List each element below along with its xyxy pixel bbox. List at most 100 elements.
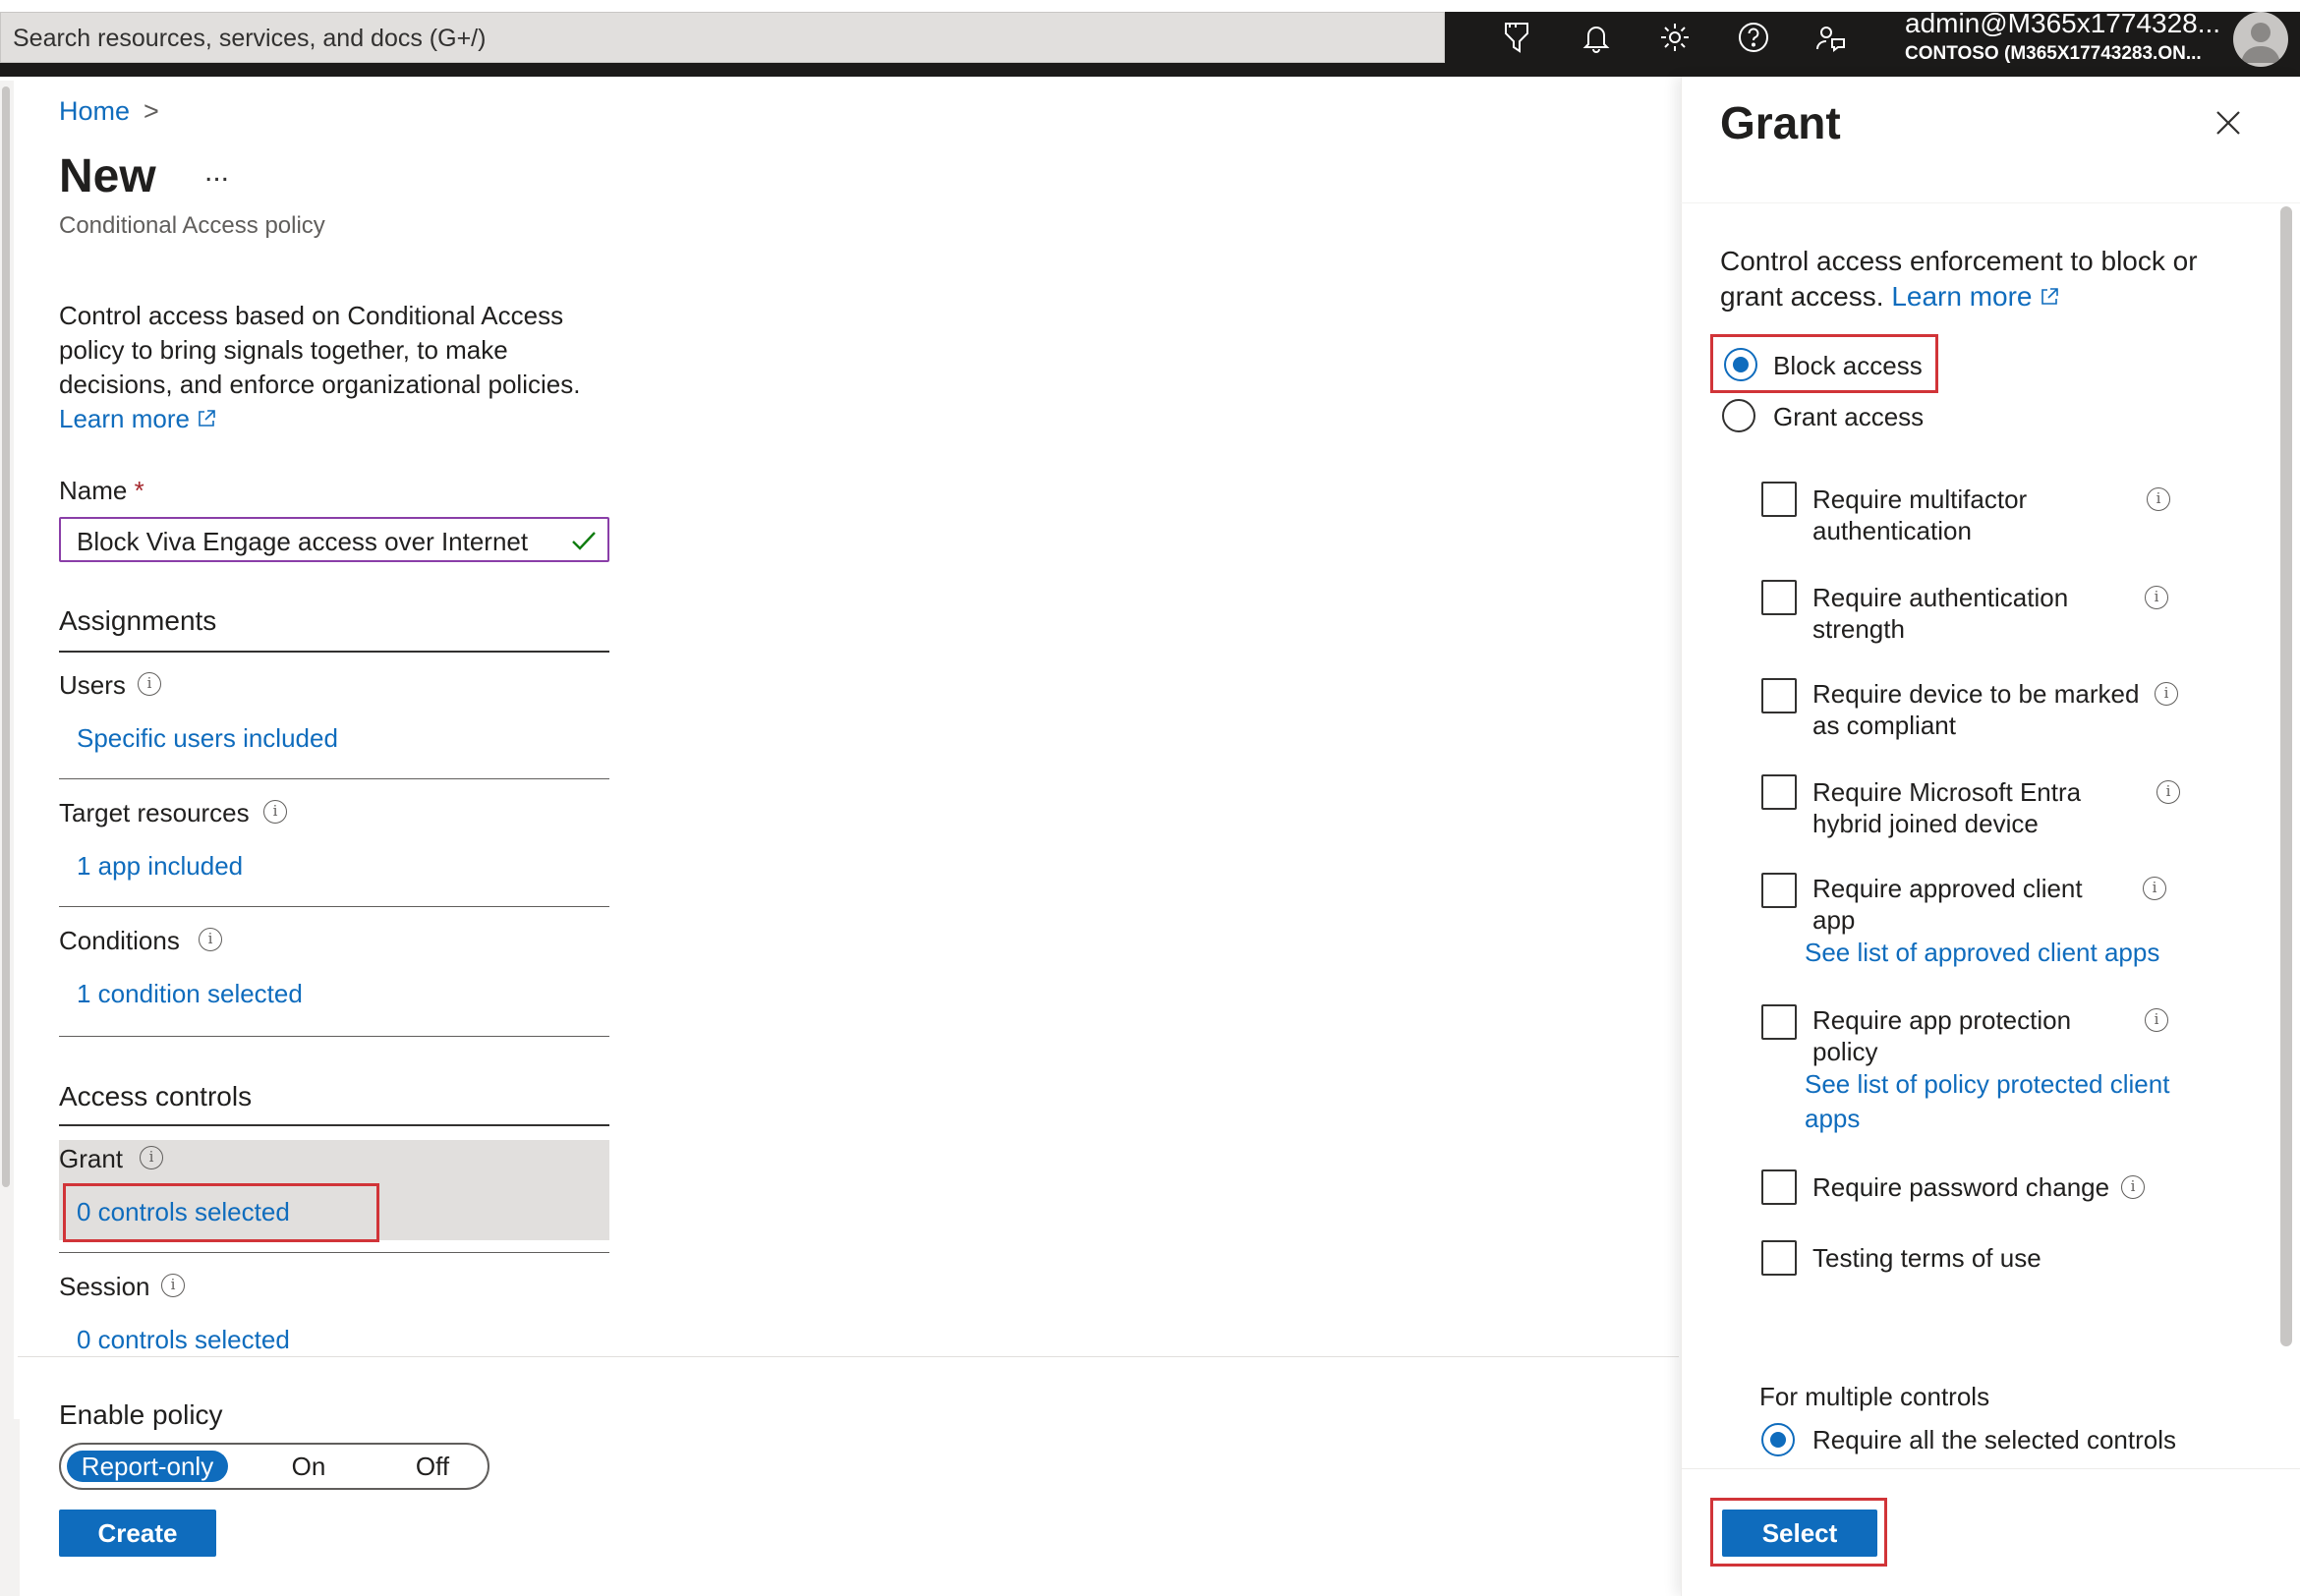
grant-learn-more-link[interactable]: Learn more	[1891, 281, 2059, 312]
name-label-text: Name	[59, 476, 128, 505]
policy-name-input[interactable]: Block Viva Engage access over Internet	[59, 517, 609, 562]
app-protection-info-icon[interactable]: i	[2145, 1008, 2168, 1032]
control-checkbox-approved-client-app[interactable]	[1761, 873, 1797, 908]
hybrid-joined-info-icon[interactable]: i	[2156, 780, 2180, 804]
control-label-terms-of-use: Testing terms of use	[1812, 1243, 2041, 1273]
control-checkbox-auth-strength[interactable]	[1761, 580, 1797, 615]
more-options-icon[interactable]: ...	[204, 155, 229, 189]
assignments-divider	[59, 651, 609, 653]
grant-access-label[interactable]: Grant access	[1773, 402, 1924, 432]
conditions-label: Conditions	[59, 926, 180, 955]
user-avatar-icon[interactable]	[2233, 12, 2288, 67]
breadcrumb-chevron-icon: >	[144, 96, 159, 126]
compliant-device-info-icon[interactable]: i	[2155, 682, 2178, 706]
toggle-option-report-only[interactable]: Report-only	[67, 1451, 228, 1482]
valid-checkmark-icon	[572, 532, 596, 550]
password-change-info-icon[interactable]: i	[2121, 1175, 2145, 1199]
conditions-divider	[59, 1036, 609, 1037]
settings-gear-icon[interactable]	[1655, 18, 1695, 57]
access-controls-divider	[59, 1124, 609, 1126]
session-label: Session	[59, 1272, 150, 1301]
policy-name-value: Block Viva Engage access over Internet	[77, 527, 529, 556]
multiple-controls-label: For multiple controls	[1759, 1382, 1990, 1411]
grant-highlight-box	[63, 1183, 379, 1242]
policy-description-text: Control access based on Conditional Acce…	[59, 301, 581, 399]
target-resources-info-icon[interactable]: i	[263, 800, 287, 824]
footer-left-edge	[14, 1419, 20, 1596]
approved-client-apps-link[interactable]: See list of approved client apps	[1805, 936, 2198, 970]
close-icon[interactable]	[2214, 108, 2243, 138]
policy-protected-apps-link[interactable]: See list of policy protected client apps	[1805, 1067, 2188, 1136]
control-checkbox-compliant-device[interactable]	[1761, 678, 1797, 713]
session-controls-link[interactable]: 0 controls selected	[77, 1325, 290, 1355]
page-scrollbar[interactable]	[0, 81, 14, 1596]
target-resources-divider	[59, 906, 609, 907]
select-highlight-box	[1710, 1498, 1887, 1567]
policy-description: Control access based on Conditional Acce…	[59, 299, 609, 436]
grant-panel-scrollbar[interactable]	[2276, 206, 2296, 1464]
grant-panel-title: Grant	[1720, 97, 1841, 148]
session-info-icon[interactable]: i	[161, 1274, 185, 1297]
grant-panel-description: Control access enforcement to block or g…	[1720, 244, 2231, 314]
conditions-link[interactable]: 1 condition selected	[77, 979, 303, 1009]
required-asterisk: *	[134, 476, 144, 505]
account-name[interactable]: admin@M365x1774328...	[1905, 8, 2220, 39]
conditions-info-icon[interactable]: i	[199, 928, 222, 951]
require-all-controls-label[interactable]: Require all the selected controls	[1812, 1425, 2176, 1455]
enable-policy-toggle[interactable]: Report-only On Off	[59, 1443, 489, 1490]
enable-policy-label: Enable policy	[59, 1399, 223, 1430]
page-title: New	[59, 150, 156, 202]
grant-divider	[59, 1252, 609, 1253]
grant-access-radio[interactable]	[1722, 399, 1755, 432]
control-checkbox-password-change[interactable]	[1761, 1169, 1797, 1205]
breadcrumb-home[interactable]: Home	[59, 96, 130, 126]
feedback-icon[interactable]	[1811, 18, 1850, 57]
grant-learn-more-label: Learn more	[1891, 281, 2033, 312]
grant-label: Grant	[59, 1144, 124, 1173]
create-button[interactable]: Create	[59, 1510, 216, 1557]
browser-top-strip	[0, 0, 2300, 12]
name-field-label: Name *	[59, 476, 144, 506]
search-placeholder: Search resources, services, and docs (G+…	[13, 25, 487, 52]
global-search-input[interactable]: Search resources, services, and docs (G+…	[0, 12, 1445, 63]
mfa-info-icon[interactable]: i	[2147, 487, 2170, 511]
notifications-bell-icon[interactable]	[1577, 18, 1616, 57]
control-label-app-protection: Require app protection policy	[1812, 1005, 2072, 1066]
grant-panel-footer-divider	[1681, 1468, 2300, 1469]
toggle-option-on[interactable]: On	[271, 1451, 346, 1482]
account-tenant[interactable]: CONTOSO (M365X17743283.ON...	[1905, 43, 2202, 65]
require-all-controls-radio[interactable]	[1761, 1423, 1795, 1456]
directory-filter-icon[interactable]	[1498, 18, 1537, 57]
external-link-icon	[2041, 288, 2058, 305]
external-link-icon	[199, 410, 215, 427]
page-subtitle: Conditional Access policy	[59, 212, 325, 239]
help-question-icon[interactable]	[1734, 18, 1773, 57]
control-label-compliant-device: Require device to be marked as compliant	[1812, 679, 2140, 740]
users-info-icon[interactable]: i	[138, 672, 161, 696]
breadcrumb: Home >	[59, 96, 159, 127]
grant-info-icon[interactable]: i	[140, 1146, 163, 1169]
control-label-hybrid-joined: Require Microsoft Entra hybrid joined de…	[1812, 777, 2082, 838]
auth-strength-info-icon[interactable]: i	[2145, 586, 2168, 609]
grant-panel-header-divider	[1681, 202, 2300, 203]
control-label-mfa: Require multifactor authentication	[1812, 484, 2028, 545]
access-controls-heading: Access controls	[59, 1081, 253, 1112]
assignments-heading: Assignments	[59, 605, 217, 636]
toggle-option-off[interactable]: Off	[395, 1451, 470, 1482]
learn-more-label: Learn more	[59, 404, 190, 433]
footer-divider	[18, 1356, 1679, 1357]
control-checkbox-mfa[interactable]	[1761, 482, 1797, 517]
control-checkbox-app-protection[interactable]	[1761, 1004, 1797, 1040]
learn-more-link[interactable]: Learn more	[59, 404, 217, 433]
block-access-highlight-box	[1710, 334, 1938, 393]
target-resources-label: Target resources	[59, 798, 250, 827]
approved-client-app-info-icon[interactable]: i	[2143, 877, 2166, 900]
control-label-approved-client-app: Require approved client app	[1812, 874, 2083, 935]
target-resources-link[interactable]: 1 app included	[77, 851, 243, 882]
users-divider	[59, 778, 609, 779]
users-label: Users	[59, 670, 126, 700]
control-checkbox-terms-of-use[interactable]	[1761, 1240, 1797, 1276]
users-selection-link[interactable]: Specific users included	[77, 723, 338, 754]
control-checkbox-hybrid-joined[interactable]	[1761, 774, 1797, 810]
control-label-auth-strength: Require authentication strength	[1812, 583, 2069, 644]
